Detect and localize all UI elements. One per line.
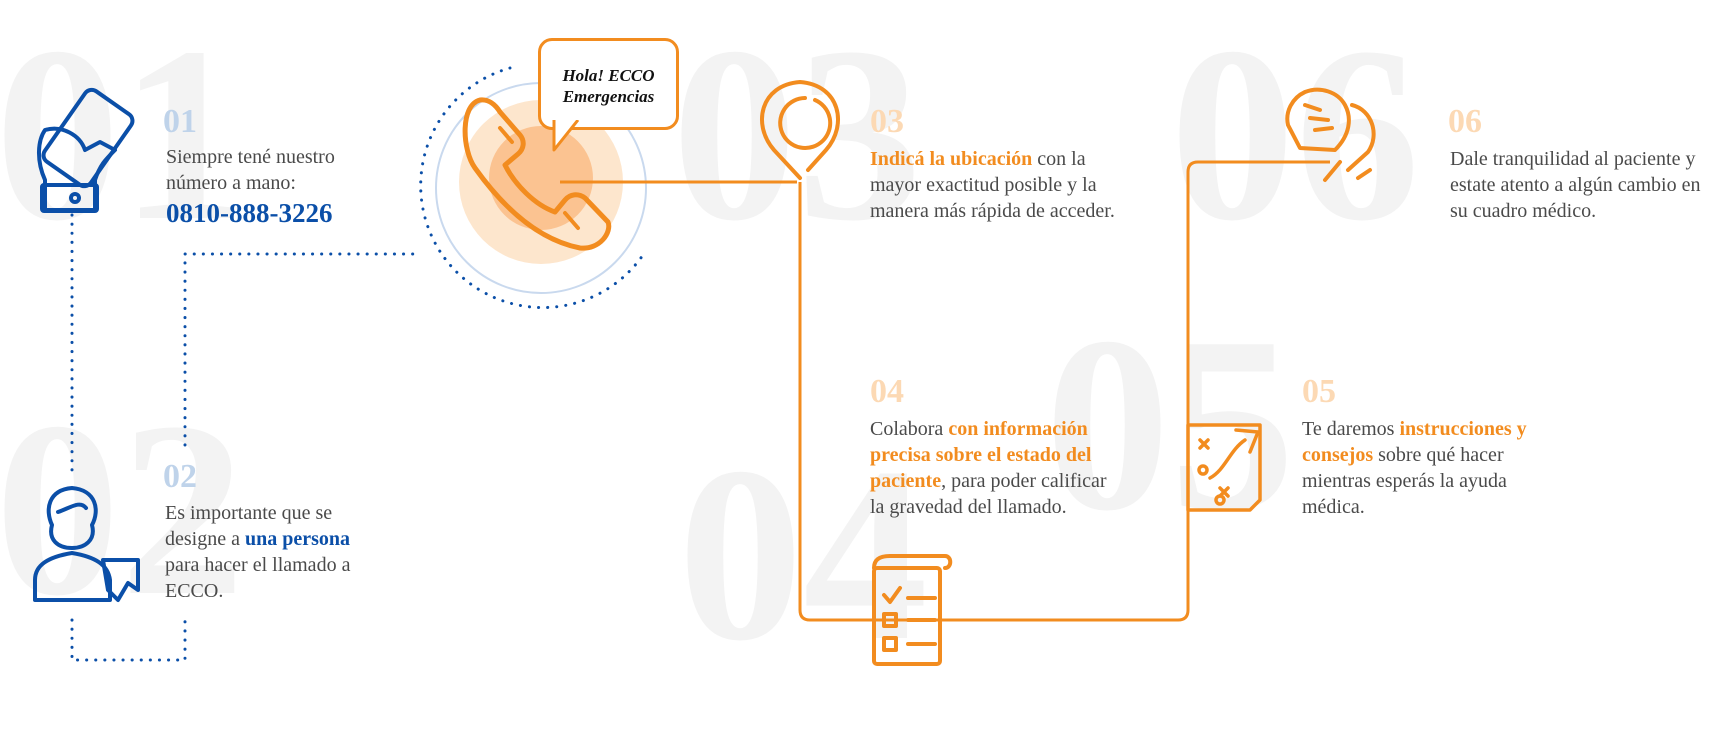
step-05-text: Te daremos instrucciones y consejos sobr… (1302, 416, 1552, 520)
dotted-line-02-bottom (70, 618, 187, 662)
step-number-03: 03 (870, 103, 904, 140)
step-03-highlight: Indicá la ubicación (870, 148, 1033, 170)
dotted-line-02-call (183, 252, 417, 447)
step-number-06: 06 (1448, 103, 1482, 140)
bubble-line-1: Hola! ECCO (562, 66, 655, 85)
step-04-text: Colabora con información precisa sobre e… (870, 416, 1125, 520)
phone-number-link[interactable]: 0810-888-3226 (166, 198, 332, 229)
step-06-text: Dale tranquilidad al paciente y estate a… (1450, 148, 1701, 222)
checklist-icon (872, 554, 953, 666)
step-03-text: Indicá la ubicación con la mayor exactit… (870, 146, 1115, 224)
location-pin-icon (760, 79, 840, 180)
step-01-text: Siempre tené nuestro número a mano: (166, 146, 335, 194)
step-number-01: 01 (163, 103, 197, 140)
woman-badge-icon (33, 486, 140, 602)
step-02-highlight: una persona (244, 528, 351, 550)
speech-bubble: Hola! ECCO Emergencias (538, 38, 679, 130)
handshake-icon (1285, 87, 1376, 182)
strategy-board-icon (1186, 423, 1262, 512)
hand-phone-icon (37, 87, 135, 213)
step-number-04: 04 (870, 373, 904, 410)
step-04-text-before: Colabora (870, 418, 949, 440)
step-02-text: Es importante que se designe a una perso… (165, 500, 380, 604)
step-number-02: 02 (163, 458, 197, 495)
step-number-05: 05 (1302, 373, 1336, 410)
bubble-line-2: Emergencias (562, 87, 655, 106)
bubble-tail (552, 120, 580, 152)
step-02-text-after: para hacer el llamado a ECCO. (165, 554, 351, 602)
step-05-text-before: Te daremos (1302, 418, 1400, 440)
